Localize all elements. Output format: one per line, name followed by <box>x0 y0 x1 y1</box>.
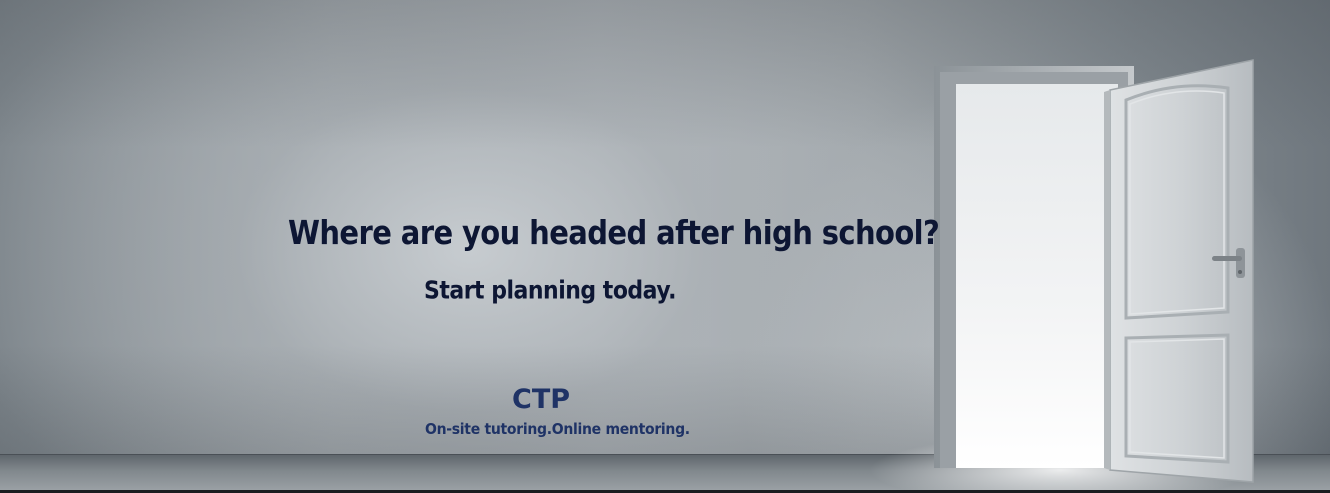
headline: Where are you headed after high school? <box>288 214 940 253</box>
door-opening <box>956 84 1118 468</box>
brand-tagline: On-site tutoring.Online mentoring. <box>425 421 690 439</box>
door-panel <box>1109 59 1254 483</box>
subheadline: Start planning today. <box>424 277 677 305</box>
hero-banner: Where are you headed after high school? … <box>0 0 1330 493</box>
brand-logo: CTP <box>512 384 571 415</box>
